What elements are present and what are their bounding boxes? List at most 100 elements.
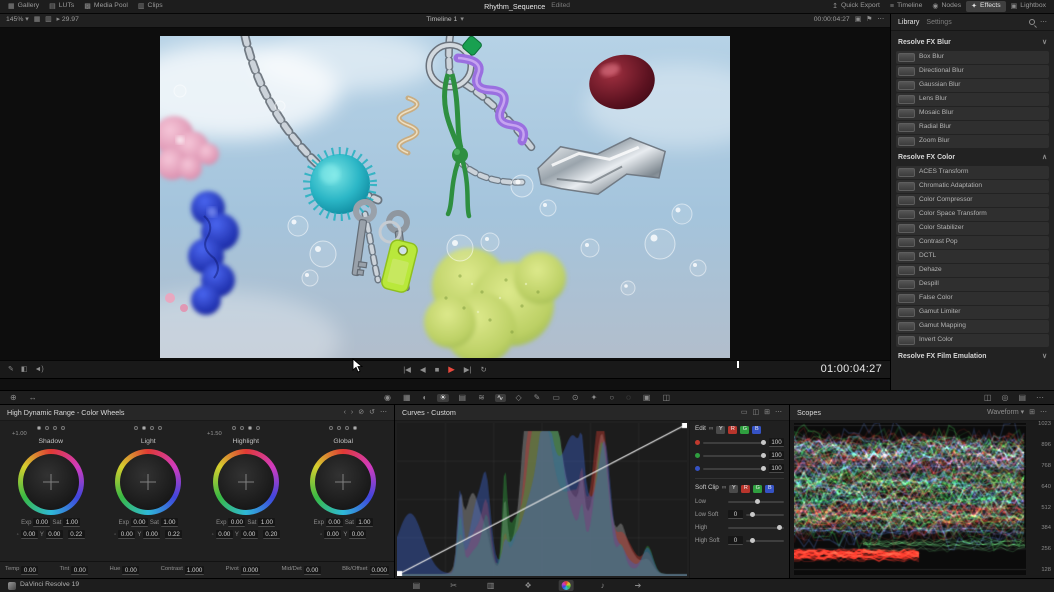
grid-icon[interactable]: ⊞ [764, 409, 770, 416]
effect-item[interactable]: Color Space Transform [896, 208, 1049, 221]
slider-thumb[interactable] [755, 499, 760, 504]
edit-page-button[interactable]: ▥ [484, 581, 498, 591]
wheel-crosshair[interactable] [218, 454, 274, 510]
viewer-more-icon[interactable]: ⋯ [877, 17, 884, 24]
split-screen-icon[interactable]: ◫ [982, 394, 994, 402]
skip-back-button[interactable]: |◀ [403, 366, 411, 374]
low-soft-value[interactable]: 0 [728, 510, 743, 519]
y-value[interactable]: 0.00 [143, 530, 160, 539]
effect-item[interactable]: Color Compressor [896, 194, 1049, 207]
range-value[interactable]: 0.22 [165, 530, 182, 539]
playhead-marker[interactable] [737, 361, 739, 368]
fusion-page-button[interactable]: ❖ [521, 581, 534, 591]
sat-value[interactable]: 1.00 [258, 518, 275, 527]
high-soft-slider[interactable] [746, 540, 784, 542]
highlight-color-wheel[interactable] [213, 449, 279, 515]
shadow-color-wheel[interactable] [18, 449, 84, 515]
highlight-icon[interactable]: ◎ [999, 394, 1010, 402]
y-value[interactable]: 0.00 [241, 530, 258, 539]
clips-button[interactable]: ▥Clips [133, 1, 168, 12]
low-soft-slider[interactable] [746, 514, 784, 516]
param-value[interactable]: 0.00 [71, 566, 88, 575]
flag-icon[interactable]: ⚑ [866, 17, 872, 24]
y-value[interactable]: 0.00 [349, 530, 366, 539]
video-frame[interactable] [160, 36, 730, 358]
curves-canvas[interactable] [397, 423, 687, 576]
wheel-crosshair[interactable] [23, 454, 79, 510]
zone-dots[interactable] [37, 423, 65, 432]
curve-graph[interactable] [397, 423, 687, 576]
slider-thumb[interactable] [761, 466, 766, 471]
search-icon[interactable] [1029, 19, 1035, 25]
tab-settings[interactable]: Settings [926, 19, 951, 26]
effect-item[interactable]: Directional Blur [896, 65, 1049, 78]
blue-gain-value[interactable]: 100 [769, 464, 784, 473]
effect-item[interactable]: DCTL [896, 250, 1049, 263]
x-value[interactable]: 0.00 [216, 530, 233, 539]
timeline-selector[interactable]: Timeline 1▾ [426, 17, 464, 24]
y-value[interactable]: 0.00 [46, 530, 63, 539]
tracker-icon[interactable]: ⊙ [570, 394, 581, 402]
effect-item[interactable]: False Color [896, 292, 1049, 305]
sat-value[interactable]: 1.00 [63, 518, 80, 527]
x-value[interactable]: 0.00 [324, 530, 341, 539]
slider-thumb[interactable] [777, 525, 782, 530]
scopes-more-icon[interactable]: ⋯ [1040, 409, 1047, 416]
play-button[interactable]: ▶ [448, 365, 455, 374]
curves-icon[interactable]: ∿ [495, 394, 506, 402]
single-view-icon[interactable]: ▥ [45, 17, 51, 24]
x-value[interactable]: 0.00 [118, 530, 135, 539]
global-color-wheel[interactable] [310, 449, 376, 515]
color-picker-icon[interactable]: ✎ [8, 366, 14, 373]
color-match-icon[interactable]: ▦ [401, 394, 413, 402]
media-page-button[interactable]: ▤ [410, 581, 424, 591]
effect-item[interactable]: Contrast Pop [896, 236, 1049, 249]
cut-page-button[interactable]: ✂ [447, 581, 460, 591]
blur-icon[interactable]: ○ [607, 394, 616, 402]
sizing-icon[interactable]: ▣ [641, 394, 653, 402]
scopes-toggle-icon[interactable]: ▤ [1016, 394, 1028, 402]
range-value[interactable]: 0.22 [68, 530, 85, 539]
step-back-button[interactable]: ◀ [420, 366, 426, 374]
param-value[interactable]: 0.000 [241, 566, 260, 575]
param-value[interactable]: 0.00 [304, 566, 321, 575]
scope-mode-select[interactable]: Waveform ▾ [987, 409, 1024, 416]
clip-channel-y-button[interactable]: Y [729, 485, 738, 493]
low-slider[interactable] [728, 501, 784, 503]
zone-dots[interactable] [134, 423, 162, 432]
effects-section-header[interactable]: Resolve FX Color∧ [896, 151, 1049, 165]
rgb-mixer-icon[interactable]: ▤ [457, 394, 469, 402]
slider-thumb[interactable] [761, 440, 766, 445]
camera-raw-icon[interactable]: ◉ [382, 394, 393, 402]
sat-value[interactable]: 1.00 [356, 518, 373, 527]
channel-r-button[interactable]: R [728, 426, 737, 434]
key-icon[interactable]: ◌ [624, 394, 633, 402]
effect-item[interactable]: Lens Blur [896, 93, 1049, 106]
qualifier-icon[interactable]: ✎ [532, 394, 543, 402]
channel-b-button[interactable]: B [752, 426, 761, 434]
channel-y-button[interactable]: Y [716, 426, 725, 434]
effect-item[interactable]: Chromatic Adaptation [896, 180, 1049, 193]
link-icon[interactable]: ∞ [709, 426, 714, 432]
effect-item[interactable]: ACES Transform [896, 166, 1049, 179]
curves-more-icon[interactable]: ⋯ [775, 409, 782, 416]
wheel-crosshair[interactable] [120, 454, 176, 510]
clip-strip[interactable] [0, 378, 890, 390]
picker-icon[interactable]: ⊕ [8, 394, 19, 402]
high-slider[interactable] [728, 527, 784, 529]
media-pool-button[interactable]: ▩Media Pool [79, 1, 133, 12]
motion-effects-icon[interactable]: ≋ [476, 394, 487, 402]
scope-expand-icon[interactable]: ⊞ [1029, 409, 1035, 416]
exp-value[interactable]: 0.00 [228, 518, 245, 527]
next-zones-icon[interactable]: › [351, 409, 353, 416]
nodes-panel-button[interactable]: ◉Nodes [927, 1, 966, 12]
red-gain-slider[interactable] [703, 442, 766, 444]
skip-forward-button[interactable]: ▶| [464, 366, 472, 374]
window-b-icon[interactable]: ◫ [753, 409, 760, 416]
zone-dots[interactable] [232, 423, 260, 432]
hdr-icon[interactable]: ☀ [437, 394, 448, 402]
clip-channel-g-button[interactable]: G [753, 485, 762, 493]
red-gain-value[interactable]: 100 [769, 438, 784, 447]
wheels-more-icon[interactable]: ⋯ [380, 409, 387, 416]
effect-item[interactable]: Invert Color [896, 334, 1049, 347]
